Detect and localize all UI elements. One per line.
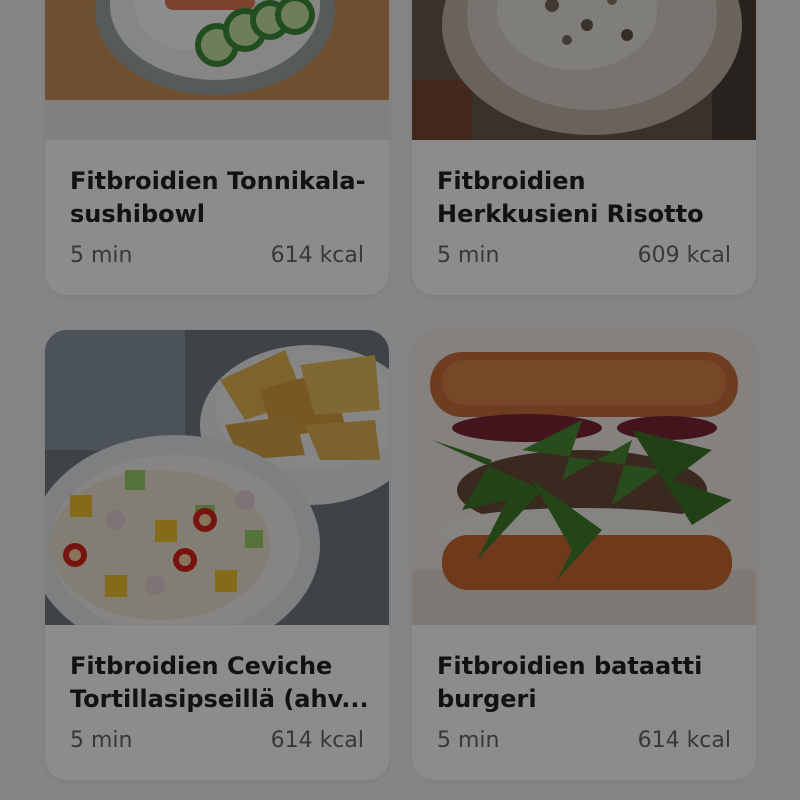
prep-time: 5 min (437, 243, 500, 268)
recipe-image (412, 330, 756, 625)
recipe-image (45, 330, 389, 625)
recipe-title: Fitbroidien Ceviche Tortillasipseillä (a… (70, 652, 369, 713)
prep-time: 5 min (70, 728, 133, 753)
recipe-card-burger[interactable]: Fitbroidien bataatti burgeri 5 min 614 k… (412, 330, 756, 780)
recipe-card-risotto[interactable]: Fitbroidien Herkkusieni Risotto 5 min 60… (412, 0, 756, 295)
calories: 614 kcal (637, 728, 731, 753)
calories: 614 kcal (270, 243, 364, 268)
recipe-image (45, 0, 389, 140)
recipe-meta: 5 min 614 kcal (70, 243, 364, 268)
recipe-meta: 5 min 609 kcal (437, 243, 731, 268)
recipe-card-ceviche[interactable]: Fitbroidien Ceviche Tortillasipseillä (a… (45, 330, 389, 780)
recipe-title: Fitbroidien Herkkusieni Risotto (437, 167, 704, 228)
recipe-meta: 5 min 614 kcal (70, 728, 364, 753)
recipe-card-sushibowl[interactable]: Fitbroidien Tonnikala- sushibowl 5 min 6… (45, 0, 389, 295)
recipe-title: Fitbroidien bataatti burgeri (437, 652, 703, 713)
prep-time: 5 min (70, 243, 133, 268)
recipe-grid: Fitbroidien Tonnikala- sushibowl 5 min 6… (0, 0, 800, 800)
recipe-title: Fitbroidien Tonnikala- sushibowl (70, 167, 366, 228)
recipe-meta: 5 min 614 kcal (437, 728, 731, 753)
calories: 609 kcal (637, 243, 731, 268)
prep-time: 5 min (437, 728, 500, 753)
recipe-image (412, 0, 756, 140)
calories: 614 kcal (270, 728, 364, 753)
